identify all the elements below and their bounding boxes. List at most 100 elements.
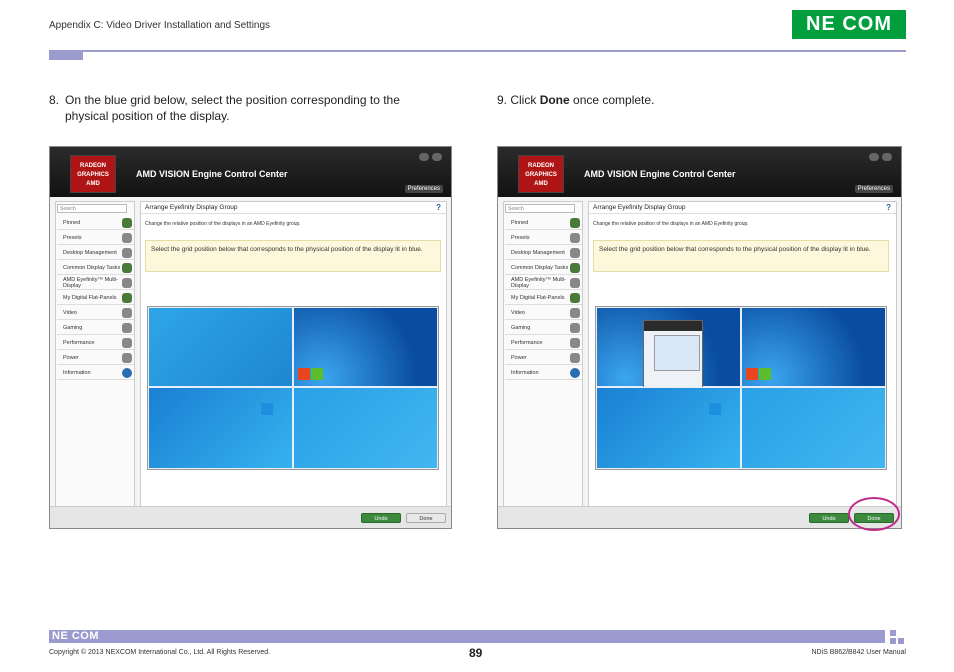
flat-panel-icon [570,293,580,303]
nav-flat-panels[interactable]: My Digital Flat-Panels [505,291,582,305]
grid-cell-bottom-left[interactable] [148,387,293,469]
nav-presets[interactable]: Presets [505,231,582,245]
window-footer: Undo Done [50,506,451,528]
sidebar: Search Pinned Presets Desktop Management… [503,201,583,527]
page-number: 89 [469,646,483,660]
video-icon [122,308,132,318]
nav-desktop-management[interactable]: Desktop Management [505,246,582,260]
section-title: Arrange Eyefinity Display Group [589,202,896,214]
undo-button[interactable]: Undo [809,513,849,523]
sidebar: Search Pinned Presets Desktop Management… [55,201,135,527]
nav-performance[interactable]: Performance [505,336,582,350]
nav-gaming[interactable]: Gaming [57,321,134,335]
window-controls[interactable] [419,153,443,161]
eyefinity-icon [122,278,132,288]
app-window-thumbnail [643,320,703,390]
pin-icon [122,218,132,228]
step-8-number: 8. [49,93,60,107]
preferences-button[interactable]: Preferences [854,185,893,193]
nav-information[interactable]: Information [505,366,582,380]
grid-cell-bottom-right[interactable] [741,387,886,469]
nav-performance[interactable]: Performance [57,336,134,350]
search-input[interactable]: Search [57,204,127,213]
help-icon[interactable] [869,153,879,161]
display-grid[interactable] [147,306,439,470]
instruction-note: Select the grid position below that corr… [145,240,441,272]
information-icon [122,368,132,378]
minimize-icon[interactable] [882,153,892,161]
header-tab [49,50,83,60]
nav-gaming[interactable]: Gaming [505,321,582,335]
nav-power[interactable]: Power [505,351,582,365]
nexcom-logo: NE COM [792,10,906,39]
window-footer: Undo Done [498,506,901,528]
done-button[interactable]: Done [406,513,446,523]
presets-icon [122,233,132,243]
step-9-prefix: 9. Click [497,93,540,107]
screenshot-step-9: RADEON GRAPHICS AMD AMD VISION Engine Cont… [497,146,902,529]
nav-presets[interactable]: Presets [57,231,134,245]
copyright: Copyright © 2013 NEXCOM International Co… [49,649,271,656]
step-9: 9. Click Done once complete. [497,92,897,108]
nav-power[interactable]: Power [57,351,134,365]
nav-video[interactable]: Video [57,306,134,320]
nav-pinned[interactable]: Pinned [505,216,582,230]
nav-desktop-management[interactable]: Desktop Management [57,246,134,260]
display-icon [122,263,132,273]
main-panel: Arrange Eyefinity Display Group ? Change… [140,201,447,527]
pin-icon [570,218,580,228]
app-topbar: RADEON GRAPHICS AMD AMD VISION Engine Cont… [50,147,451,197]
section-description: Change the relative position of the disp… [145,221,301,227]
nav-common-display-tasks[interactable]: Common Display Tasks [57,261,134,275]
main-panel: Arrange Eyefinity Display Group ? Change… [588,201,897,527]
display-grid[interactable] [595,306,887,470]
grid-cell-bottom-left[interactable] [596,387,741,469]
step-9-suffix: once complete. [569,93,655,107]
video-icon [570,308,580,318]
step-9-done-word: Done [539,93,570,107]
instruction-note: Select the grid position below that corr… [593,240,889,272]
power-icon [122,353,132,363]
preferences-button[interactable]: Preferences [404,185,443,193]
gaming-icon [122,323,132,333]
footer-squares-icon [890,630,906,644]
done-highlight-circle [848,497,900,531]
nav-information[interactable]: Information [57,366,134,380]
grid-cell-top-right[interactable] [741,307,886,387]
flat-panel-icon [122,293,132,303]
nav-pinned[interactable]: Pinned [57,216,134,230]
minimize-icon[interactable] [432,153,442,161]
grid-cell-bottom-right[interactable] [293,387,438,469]
grid-cell-top-left[interactable] [596,307,741,390]
radeon-badge: RADEON GRAPHICS AMD [70,155,116,193]
radeon-badge: RADEON GRAPHICS AMD [518,155,564,193]
gaming-icon [570,323,580,333]
nav-common-display-tasks[interactable]: Common Display Tasks [505,261,582,275]
presets-icon [570,233,580,243]
help-icon[interactable] [419,153,429,161]
step-8-text: On the blue grid below, select the posit… [65,93,400,123]
nav-eyefinity[interactable]: AMD Eyefinity™ Multi-Display [505,276,582,290]
desktop-icon [122,248,132,258]
performance-icon [570,338,580,348]
app-title: AMD VISION Engine Control Center [136,169,288,179]
section-title: Arrange Eyefinity Display Group [141,202,446,214]
power-icon [570,353,580,363]
grid-cell-top-right[interactable] [293,307,438,387]
performance-icon [122,338,132,348]
app-title: AMD VISION Engine Control Center [584,169,736,179]
nav-video[interactable]: Video [505,306,582,320]
search-input[interactable]: Search [505,204,575,213]
windows-logo-icon [261,390,287,416]
header-divider [83,50,906,52]
help-question-icon[interactable]: ? [436,203,441,212]
display-icon [570,263,580,273]
desktop-icon [570,248,580,258]
window-controls[interactable] [869,153,893,161]
nav-flat-panels[interactable]: My Digital Flat-Panels [57,291,134,305]
grid-cell-top-left[interactable] [148,307,293,387]
eyefinity-icon [570,278,580,288]
undo-button[interactable]: Undo [361,513,401,523]
help-question-icon[interactable]: ? [886,203,891,212]
nav-eyefinity[interactable]: AMD Eyefinity™ Multi-Display [57,276,134,290]
